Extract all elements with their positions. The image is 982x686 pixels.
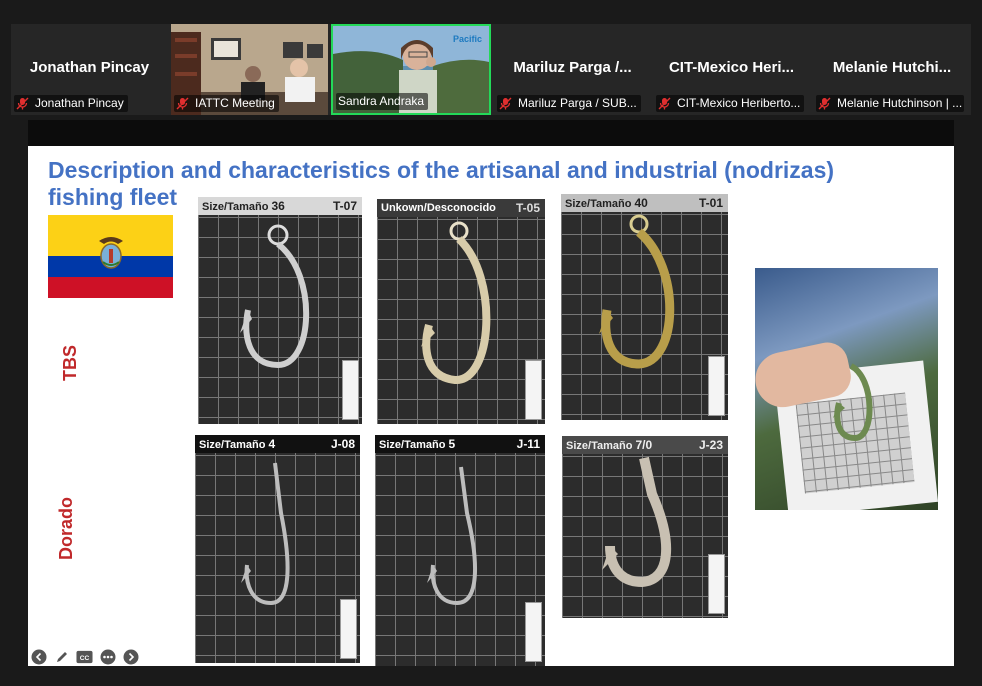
participant-tile-5[interactable]: CIT-Mexico Heri... CIT-Mexico Heriberto.… bbox=[653, 24, 810, 115]
participant-tile-6[interactable]: Melanie Hutchi... Melanie Hutchinson | .… bbox=[813, 24, 971, 115]
participant-tile-1[interactable]: Jonathan Pincay Jonathan Pincay bbox=[11, 24, 168, 115]
participant-label: IATTC Meeting bbox=[174, 95, 279, 112]
hook-reference-icon bbox=[708, 554, 725, 614]
hook-reference-icon bbox=[525, 602, 542, 662]
participant-label: Jonathan Pincay bbox=[14, 95, 128, 112]
hook-card-j11: Size/Tamaño 5 J-11 bbox=[375, 435, 545, 666]
j-hook-icon bbox=[241, 462, 290, 606]
hook-card-t07: Size/Tamaño 36 T-07 bbox=[198, 197, 362, 424]
participant-label-text: Sandra Andraka bbox=[338, 94, 425, 108]
size-label: Size/Tamaño bbox=[202, 201, 269, 213]
participant-tile-3-active-speaker[interactable]: Pacific Sandra Andraka bbox=[331, 24, 491, 115]
participant-label: Sandra Andraka bbox=[336, 93, 429, 110]
size-label: Size/Tamaño bbox=[379, 439, 446, 451]
card-header: Size/Tamaño 36 T-07 bbox=[198, 197, 362, 215]
card-header: Size/Tamaño 7/0 J-23 bbox=[562, 436, 728, 454]
participant-label: Melanie Hutchinson | ... bbox=[816, 95, 964, 112]
card-header: Unkown/Desconocido T-05 bbox=[377, 199, 545, 217]
svg-text:CC: CC bbox=[80, 655, 90, 662]
size-label: Size/Tamaño bbox=[199, 439, 266, 451]
card-header: Size/Tamaño 4 J-08 bbox=[195, 435, 360, 453]
size-value: 5 bbox=[448, 437, 456, 451]
participant-tile-2[interactable]: IATTC Meeting bbox=[171, 24, 328, 115]
participant-name: Jonathan Pincay bbox=[29, 59, 150, 76]
ecuador-flag bbox=[48, 215, 173, 298]
size-label: Size/Tamaño bbox=[566, 440, 633, 452]
row-label-dorado: Dorado bbox=[56, 497, 76, 560]
hook-code: T-01 bbox=[698, 196, 723, 210]
back-icon[interactable] bbox=[30, 649, 47, 666]
forward-icon[interactable] bbox=[122, 649, 139, 666]
size-value: 4 bbox=[268, 437, 276, 451]
participant-name: Melanie Hutchi... bbox=[832, 59, 952, 76]
size-value: 36 bbox=[271, 199, 285, 213]
mic-muted-icon bbox=[16, 97, 29, 110]
hook-card-j23: Size/Tamaño 7/0 J-23 bbox=[562, 436, 728, 618]
participant-label: Mariluz Parga / SUB... bbox=[497, 95, 641, 112]
participant-name: CIT-Mexico Heri... bbox=[668, 59, 795, 76]
hook-code: J-11 bbox=[516, 437, 540, 451]
participant-label-text: IATTC Meeting bbox=[195, 96, 275, 110]
hook-reference-icon bbox=[342, 360, 359, 420]
row-label-tbs: TBS bbox=[60, 345, 80, 381]
size-label: Unkown/Desconocido bbox=[381, 202, 496, 214]
mic-muted-icon bbox=[176, 97, 189, 110]
size-value: 7/0 bbox=[635, 438, 653, 452]
mic-muted-icon bbox=[658, 97, 671, 110]
hook-code: T-07 bbox=[332, 199, 357, 213]
participant-label: CIT-Mexico Heriberto... bbox=[656, 95, 804, 112]
hook-reference-icon bbox=[708, 356, 725, 416]
hook-card-j08: Size/Tamaño 4 J-08 bbox=[195, 435, 360, 663]
size-value: 40 bbox=[634, 196, 648, 210]
pen-icon[interactable] bbox=[53, 649, 70, 666]
circle-hook-icon bbox=[421, 221, 491, 385]
hook-reference-icon bbox=[525, 360, 542, 420]
participant-tile-4[interactable]: Mariluz Parga /... Mariluz Parga / SUB..… bbox=[494, 24, 651, 115]
card-header: Size/Tamaño 40 T-01 bbox=[561, 194, 728, 212]
card-header: Size/Tamaño 5 J-11 bbox=[375, 435, 545, 453]
j-hook-icon bbox=[427, 466, 477, 606]
hook-code: J-23 bbox=[698, 438, 723, 452]
participant-label-text: Melanie Hutchinson | ... bbox=[837, 96, 963, 110]
more-icon[interactable] bbox=[99, 649, 116, 666]
participant-strip: Jonathan Pincay Jonathan Pincay IATTC Me… bbox=[11, 24, 971, 115]
hook-card-t01: Size/Tamaño 40 T-01 bbox=[561, 194, 728, 420]
mic-muted-icon bbox=[499, 97, 512, 110]
hook-reference-icon bbox=[340, 599, 357, 659]
coat-of-arms-icon bbox=[99, 237, 123, 269]
svg-text:Pacific: Pacific bbox=[453, 34, 482, 44]
participant-label-text: CIT-Mexico Heriberto... bbox=[677, 96, 801, 110]
shared-slide: Description and characteristics of the a… bbox=[28, 146, 954, 666]
cc-icon[interactable]: CC bbox=[76, 649, 93, 666]
j-hook-icon bbox=[602, 456, 672, 588]
hook-in-hand-icon bbox=[833, 363, 873, 442]
hook-code: J-08 bbox=[330, 437, 355, 451]
mic-muted-icon bbox=[818, 97, 831, 110]
hook-card-t05: Unkown/Desconocido T-05 bbox=[377, 199, 545, 424]
circle-hook-icon bbox=[599, 214, 675, 369]
participant-name: Mariluz Parga /... bbox=[513, 59, 632, 76]
participant-label-text: Mariluz Parga / SUB... bbox=[518, 96, 637, 110]
participant-label-text: Jonathan Pincay bbox=[35, 96, 124, 110]
size-label: Size/Tamaño bbox=[565, 198, 632, 210]
presentation-controls: CC bbox=[30, 648, 139, 666]
hook-code: T-05 bbox=[515, 201, 540, 215]
hook-measurement-photo bbox=[755, 268, 938, 510]
circle-hook-icon bbox=[240, 224, 310, 369]
